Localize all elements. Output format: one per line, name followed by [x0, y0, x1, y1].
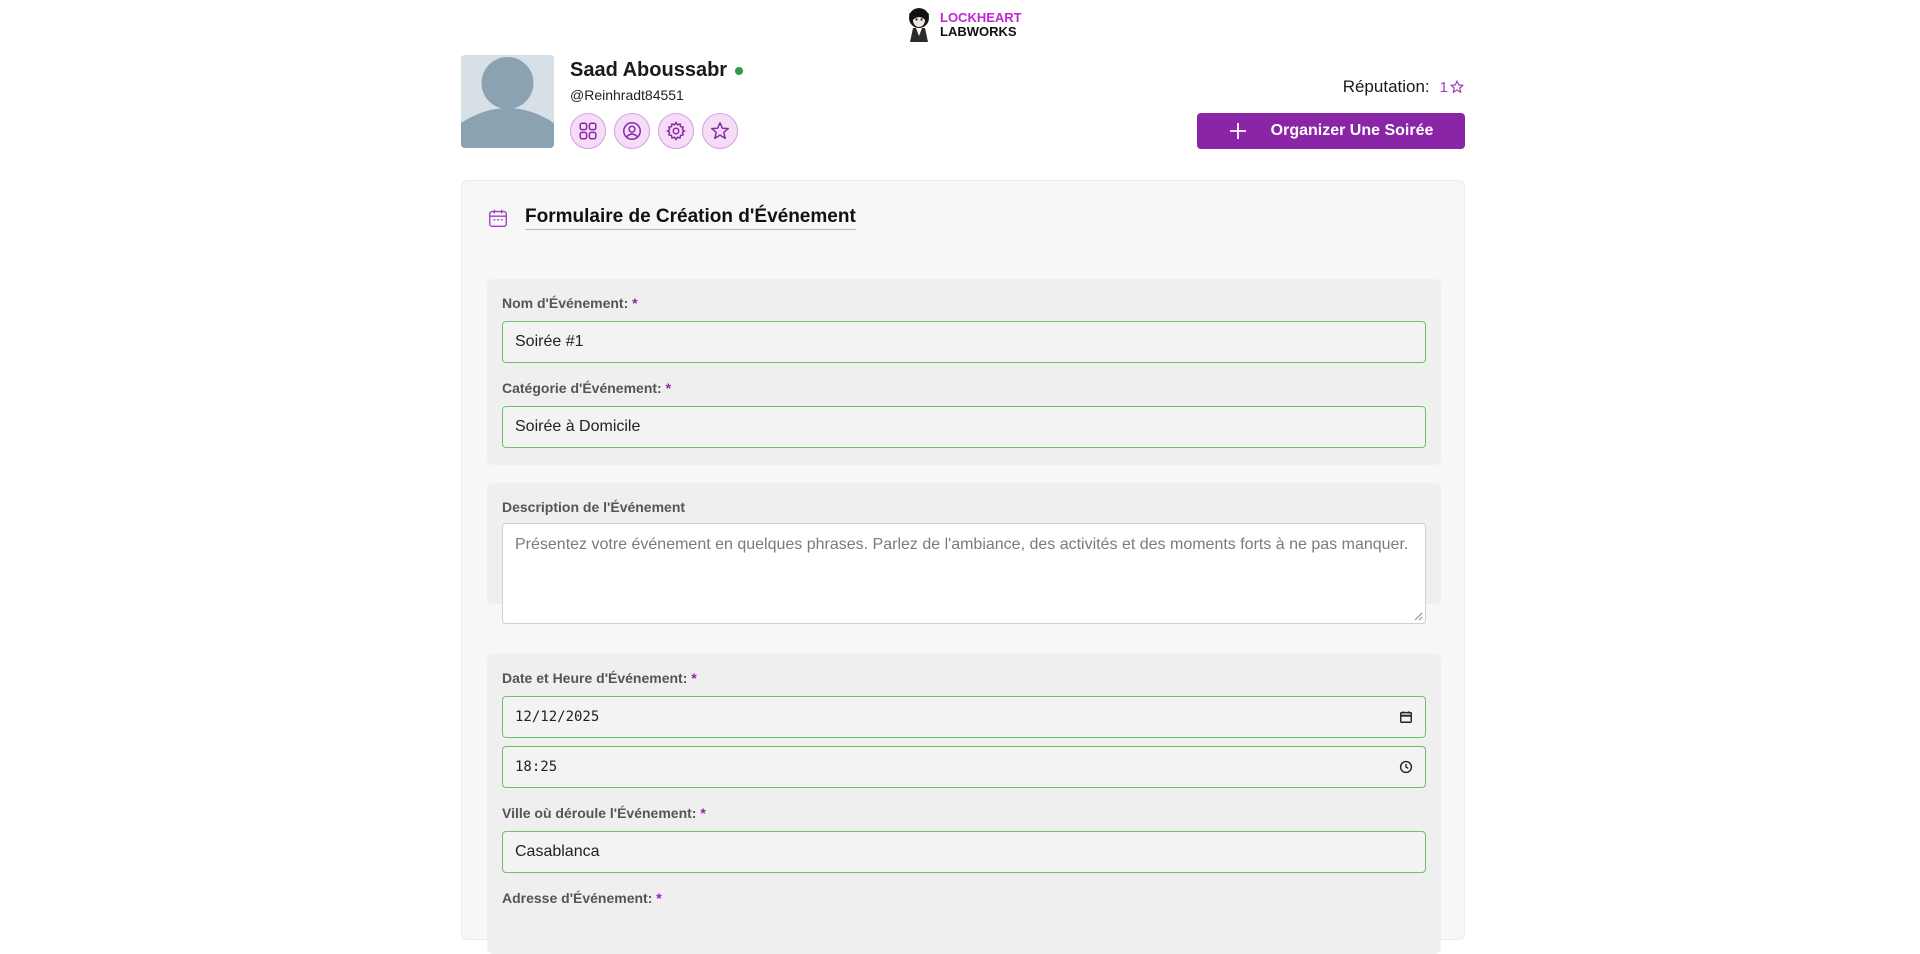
event-date-value: 12/12/2025 [515, 709, 600, 725]
default-avatar-icon [461, 55, 554, 148]
event-name-label-text: Nom d'Événement: [502, 295, 629, 311]
user-name: Saad Aboussabr [570, 59, 728, 81]
event-city-label: Ville où déroule l'Événement: * [502, 805, 706, 821]
event-time-input[interactable]: 18:25 [502, 746, 1426, 788]
required-mark: * [691, 670, 697, 686]
user-action-icons [570, 113, 743, 149]
event-description-label: Description de l'Événement [502, 499, 685, 515]
clock-picker-icon[interactable] [1399, 760, 1413, 774]
event-time-value: 18:25 [515, 759, 558, 775]
event-address-label: Adresse d'Événement: * [502, 890, 662, 906]
brand-wordmark: LOCKHEART LABWORKS [940, 11, 1022, 39]
schedule-location-section: Date et Heure d'Événement: * 12/12/2025 … [487, 654, 1441, 954]
brand-logo[interactable]: LOCKHEART LABWORKS [904, 6, 1022, 44]
event-name-value: Soirée #1 [515, 333, 584, 350]
description-section: Description de l'Événement Présentez vot… [487, 483, 1441, 624]
settings-button[interactable] [658, 113, 694, 149]
star-icon [711, 122, 729, 140]
required-mark: * [632, 295, 638, 311]
plus-icon [1229, 123, 1246, 139]
mascot-logo-icon [909, 8, 929, 42]
user-info: Saad Aboussabr @Reinhradt84551 [570, 59, 744, 149]
required-mark: * [665, 380, 672, 396]
reputation-star-icon [1450, 80, 1464, 93]
dashboard-button[interactable] [570, 113, 606, 149]
reputation-value-wrap: 1 [1440, 79, 1465, 96]
organize-event-button[interactable]: Organizer Une Soirée [1197, 113, 1465, 149]
event-datetime-label: Date et Heure d'Événement: * [502, 670, 697, 686]
event-form-card: Formulaire de Création d'Événement Nom d… [461, 180, 1465, 954]
event-datetime-label-text: Date et Heure d'Événement: [502, 670, 688, 686]
event-date-input[interactable]: 12/12/2025 [502, 696, 1426, 738]
calendar-icon [489, 209, 507, 227]
event-address-label-text: Adresse d'Événement: [502, 890, 653, 906]
form-title: Formulaire de Création d'Événement [525, 206, 856, 230]
event-city-input[interactable]: Casablanca [502, 831, 1426, 873]
brand-line-2: LABWORKS [940, 24, 1017, 39]
reputation-label: Réputation: [1342, 77, 1430, 96]
profile-icon [623, 122, 641, 140]
online-status-icon [735, 66, 744, 75]
favorites-button[interactable] [702, 113, 738, 149]
calendar-picker-icon[interactable] [1399, 710, 1413, 724]
event-city-value: Casablanca [515, 843, 600, 860]
settings-icon [666, 121, 686, 141]
event-category-label-text: Catégorie d'Événement: [502, 380, 662, 396]
reputation-value: 1 [1439, 78, 1448, 96]
resize-handle-icon[interactable] [1414, 612, 1423, 621]
event-category-select[interactable]: Soirée à Domicile [502, 406, 1426, 448]
organize-event-label: Organizer Une Soirée [1270, 122, 1434, 139]
avatar[interactable] [461, 55, 554, 148]
event-category-label: Catégorie d'Événement: * [502, 380, 671, 396]
required-mark: * [656, 890, 662, 906]
reputation: Réputation: 1 [1343, 77, 1465, 97]
event-category-value: Soirée à Domicile [515, 418, 641, 435]
user-handle: @Reinhradt84551 [570, 87, 684, 103]
profile-button[interactable] [614, 113, 650, 149]
event-description-label-text: Description de l'Événement [502, 499, 686, 515]
form-header: Formulaire de Création d'Événement [487, 206, 856, 230]
required-mark: * [700, 805, 706, 821]
grid-icon [579, 122, 597, 140]
event-name-label: Nom d'Événement: * [502, 295, 638, 311]
basic-info-section: Nom d'Événement: * Soirée #1 Catégorie d… [487, 279, 1441, 465]
profile-header: Saad Aboussabr @Reinhradt84551 Réputatio… [461, 55, 1465, 149]
event-description-textarea[interactable]: Présentez votre événement en quelques ph… [502, 523, 1426, 624]
event-city-label-text: Ville où déroule l'Événement: [502, 805, 697, 821]
event-description-placeholder: Présentez votre événement en quelques ph… [515, 536, 1409, 553]
brand-line-1: LOCKHEART [940, 10, 1022, 25]
event-name-input[interactable]: Soirée #1 [502, 321, 1426, 363]
